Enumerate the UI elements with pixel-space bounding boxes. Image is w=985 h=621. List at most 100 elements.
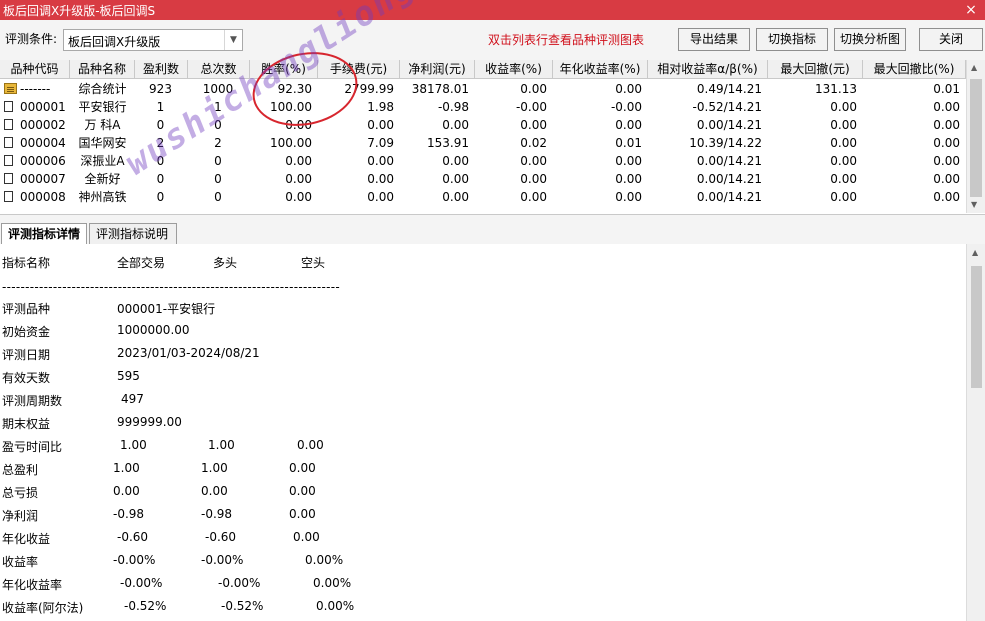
cell-wins: 1 [156,100,165,114]
condition-select[interactable]: 板后回调X升级版 ▼ [63,29,243,51]
detail-metric-all: -0.00% [113,553,156,567]
cell-max-drawdown: 0.00 [830,100,857,114]
cell-total: 0 [214,118,222,132]
table-row[interactable]: 000002 万 科A 0 0 0.00 0.00 0.00 0.00 0.00 0.00/14.… [0,116,966,134]
cell-code: 000001 [20,100,66,114]
table-row[interactable]: 000001 平安银行 1 1 100.00 1.98 -0.98 -0.00 -0.00 -0.… [0,98,966,116]
cell-net-profit: 0.00 [442,190,469,204]
column-header-total[interactable]: 总次数 [188,60,250,78]
switch-analysis-chart-button[interactable]: 切换分析图 [834,28,906,51]
cell-max-drawdown-ratio: 0.00 [933,118,960,132]
cell-net-profit: -0.98 [437,100,469,114]
detail-metric-short: 0.00% [316,599,355,613]
scroll-down-icon[interactable]: ▼ [971,200,977,209]
detail-metric-long: -0.60 [205,530,237,544]
table-summary-row[interactable]: ------- 综合统计 923 1000 92.30 2799.99 38178.01 0.… [0,80,966,98]
column-header-name[interactable]: 品种名称 [70,60,135,78]
cell-return: 0.00 [520,154,547,168]
cell-fee: 0.00 [367,172,394,186]
table-row[interactable]: 000004 国华网安 2 2 100.00 7.09 153.91 0.02 0.01 10.3… [0,134,966,152]
cell-relative-return: 0.00/14.21 [696,172,762,186]
cell-win-rate: 0.00 [285,190,312,204]
detail-info-label: 初始资金 [2,325,51,339]
table-scrollbar[interactable]: ▲ ▼ [966,60,985,213]
cell-return: -0.00 [515,100,547,114]
cell-total: 1 [214,100,222,114]
condition-select-value: 板后回调X升级版 [68,35,161,49]
window-close-icon[interactable]: × [963,0,979,20]
cell-annual-return: -0.00 [610,100,642,114]
column-header-fee[interactable]: 手续费(元) [318,60,400,78]
detail-info-label: 评测日期 [2,348,51,362]
column-header-max-drawdown-ratio[interactable]: 最大回撤比(%) [863,60,966,78]
column-header-code[interactable]: 品种代码 [0,60,70,78]
column-header-relative-return[interactable]: 相对收益率α/β(%) [648,60,768,78]
table-row[interactable]: 000007 全新好 0 0 0.00 0.00 0.00 0.00 0.00 0.00/14.2… [0,170,966,188]
cell-max-drawdown: 131.13 [815,82,857,96]
detail-info-value: 497 [121,392,144,406]
detail-metric-label: 收益率(阿尔法) [2,601,84,615]
detail-scrollbar[interactable]: ▲ [966,244,985,621]
scroll-up-icon[interactable]: ▲ [972,248,978,257]
detail-separator: ----------------------------------------… [2,280,340,294]
cell-return: 0.00 [520,172,547,186]
detail-info-label: 评测周期数 [2,394,63,408]
column-header-annual-return[interactable]: 年化收益率(%) [553,60,648,78]
cell-total: 1000 [202,82,234,96]
detail-metric-label: 盈亏时间比 [2,440,63,454]
detail-metric-label: 年化收益率 [2,578,63,592]
detail-scrollbar-thumb[interactable] [971,266,982,388]
cell-max-drawdown: 0.00 [830,136,857,150]
detail-metric-long: -0.00% [218,576,261,590]
cell-win-rate: 92.30 [277,82,312,96]
cell-return: 0.00 [520,190,547,204]
switch-indicator-button[interactable]: 切换指标 [756,28,828,51]
detail-header-long: 多头 [213,256,238,270]
detail-metric-all: 1.00 [120,438,147,452]
detail-header-all: 全部交易 [117,256,166,270]
cell-max-drawdown-ratio: 0.00 [933,154,960,168]
cell-wins: 2 [156,136,165,150]
column-header-net-profit[interactable]: 净利润(元) [400,60,475,78]
column-header-wins[interactable]: 盈利数 [135,60,188,78]
detail-info-value: 000001-平安银行 [117,302,216,316]
cell-relative-return: 0.00/14.21 [696,154,762,168]
document-icon [4,137,13,148]
detail-header-short: 空头 [301,256,326,270]
cell-max-drawdown: 0.00 [830,154,857,168]
detail-info-label: 有效天数 [2,371,51,385]
cell-annual-return: 0.01 [615,136,642,150]
detail-metric-label: 收益率 [2,555,39,569]
column-header-return[interactable]: 收益率(%) [475,60,553,78]
document-icon [4,101,13,112]
detail-metric-short: 0.00% [305,553,344,567]
table-row[interactable]: 000008 神州高铁 0 0 0.00 0.00 0.00 0.00 0.00 0.00/14.… [0,188,966,206]
cell-fee: 0.00 [367,154,394,168]
cell-max-drawdown-ratio: 0.00 [933,172,960,186]
cell-wins: 0 [156,172,165,186]
metric-detail-pane: 指标名称 全部交易 多头 空头 ------------------------… [0,244,966,621]
table-row[interactable]: 000006 深振业A 0 0 0.00 0.00 0.00 0.00 0.00 0.00/14.… [0,152,966,170]
detail-metric-all: -0.00% [120,576,163,590]
cell-total: 0 [214,190,222,204]
detail-info-value: 2023/01/03-2024/08/21 [117,346,260,360]
document-icon [4,191,13,202]
table-scrollbar-thumb[interactable] [970,79,982,197]
cell-max-drawdown-ratio: 0.00 [933,136,960,150]
table-header: 品种代码 品种名称 盈利数 总次数 胜率(%) 手续费(元) 净利润(元) 收益率(%) 年化收… [0,60,966,79]
cell-max-drawdown: 0.00 [830,172,857,186]
cell-name: 平安银行 [78,100,127,114]
close-button[interactable]: 关闭 [919,28,983,51]
scroll-up-icon[interactable]: ▲ [971,63,977,72]
tab-metric-description[interactable]: 评测指标说明 [89,223,177,245]
hint-text: 双击列表行查看品种评测图表 [488,33,645,47]
cell-name: 全新好 [84,172,121,186]
detail-metric-all: -0.98 [113,507,145,521]
export-results-button[interactable]: 导出结果 [678,28,750,51]
column-header-max-drawdown[interactable]: 最大回撤(元) [768,60,863,78]
tab-metric-detail[interactable]: 评测指标详情 [1,223,87,246]
condition-label: 评测条件: [5,32,58,46]
cell-net-profit: 153.91 [427,136,469,150]
column-header-win-rate[interactable]: 胜率(%) [250,60,318,78]
chevron-down-icon[interactable]: ▼ [224,30,242,50]
